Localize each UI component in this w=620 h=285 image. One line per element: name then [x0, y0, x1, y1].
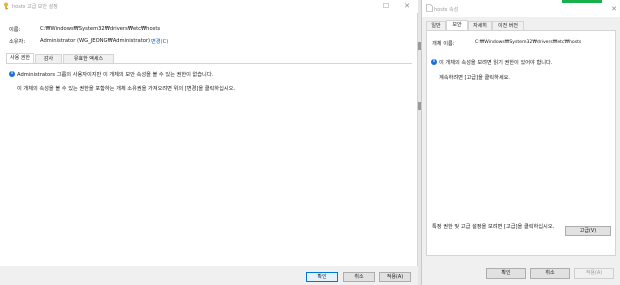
apply-button[interactable]: 적용(A)	[379, 272, 411, 282]
tab-general[interactable]: 일반	[426, 21, 446, 30]
cancel-button[interactable]: 취소	[343, 272, 375, 282]
tab-label: 일반	[431, 23, 441, 29]
name-label: 이름:	[9, 27, 21, 33]
tab-label: 자세히	[473, 23, 487, 29]
tab-permissions[interactable]: 사용 권한	[6, 53, 34, 63]
maximize-button[interactable]: ☐	[376, 0, 396, 12]
apply-label: 적용(A)	[585, 270, 603, 276]
cancel-button[interactable]: 취소	[530, 268, 570, 279]
properties-window: hosts 속성 ✕ 일반 보안 자세히 이전 버전 개체 이름: C:₩Win…	[421, 0, 620, 285]
ok-button[interactable]: 확인	[486, 268, 526, 279]
object-name-value: C:₩Windows₩System32₩drivers₩etc₩hosts	[475, 40, 582, 45]
green-accent-strip	[562, 0, 602, 3]
owner-label: 소유자:	[9, 39, 26, 45]
ownership-message: 이 개체의 속성을 볼 수 있는 권한을 포함하는 개체 소유권을 가져오려면 …	[17, 86, 236, 92]
close-icon: ✕	[404, 2, 410, 10]
key-icon	[4, 2, 8, 10]
ok-label: 확인	[317, 274, 327, 280]
ok-button[interactable]: 확인	[306, 272, 338, 282]
close-icon: ✕	[611, 5, 617, 13]
info-icon: i	[9, 71, 15, 77]
name-value: C:₩Windows₩System32₩drivers₩etc₩hosts	[40, 26, 161, 32]
tab-effective-access[interactable]: 유효한 액세스	[63, 54, 114, 63]
tab-label: 보안	[452, 22, 462, 28]
right-window-title: hosts 속성	[434, 7, 459, 13]
tab-details[interactable]: 자세히	[468, 21, 492, 30]
advanced-label: 고급(V)	[579, 228, 597, 234]
tab-auditing[interactable]: 감사	[35, 54, 62, 63]
ok-label: 확인	[501, 270, 511, 276]
tab-security[interactable]: 보안	[446, 20, 468, 30]
left-title-bar[interactable]: hosts 고급 보안 설정 ☐ ✕	[0, 0, 418, 13]
info-message: Administrators 그룹의 사용자이지만 이 개체의 보안 속성을 볼…	[17, 72, 214, 78]
advanced-button[interactable]: 고급(V)	[565, 226, 611, 236]
maximize-icon: ☐	[382, 2, 390, 10]
permissions-panel: i Administrators 그룹의 사용자이지만 이 개체의 보안 속성을…	[6, 63, 412, 264]
apply-button[interactable]: 적용(A)	[574, 268, 614, 279]
tab-label: 사용 권한	[10, 55, 30, 61]
tab-label: 이전 버전	[498, 23, 518, 29]
object-name-label: 개체 이름:	[432, 41, 455, 47]
tab-label: 감사	[43, 56, 54, 62]
owner-change-link[interactable]: 변경(C)	[151, 38, 168, 45]
advanced-security-settings-window: hosts 고급 보안 설정 ☐ ✕ 이름: C:₩Windows₩System…	[0, 0, 418, 285]
advanced-instructions: 특정 권한 및 고급 설정을 보려면 [고급]을 클릭하십시오.	[432, 224, 555, 230]
tab-label: 유효한 액세스	[73, 56, 104, 62]
cancel-label: 취소	[354, 274, 364, 280]
file-icon	[426, 4, 433, 12]
read-permission-message: 이 개체의 속성을 보려면 읽기 권한이 있어야 합니다.	[439, 60, 553, 66]
tab-previous-versions[interactable]: 이전 버전	[492, 21, 524, 30]
apply-label: 적용(A)	[386, 274, 404, 280]
owner-value: Administrator (WG_JEONG₩Administrator)	[40, 38, 151, 44]
info-icon: i	[431, 59, 437, 65]
cancel-label: 취소	[545, 270, 555, 276]
close-button[interactable]: ✕	[397, 0, 417, 12]
security-panel: 개체 이름: C:₩Windows₩System32₩drivers₩etc₩h…	[426, 30, 616, 256]
close-button[interactable]: ✕	[604, 3, 620, 15]
left-window-title: hosts 고급 보안 설정	[12, 4, 58, 10]
continue-message: 계속하려면 [고급]을 클릭하세요.	[439, 75, 511, 81]
